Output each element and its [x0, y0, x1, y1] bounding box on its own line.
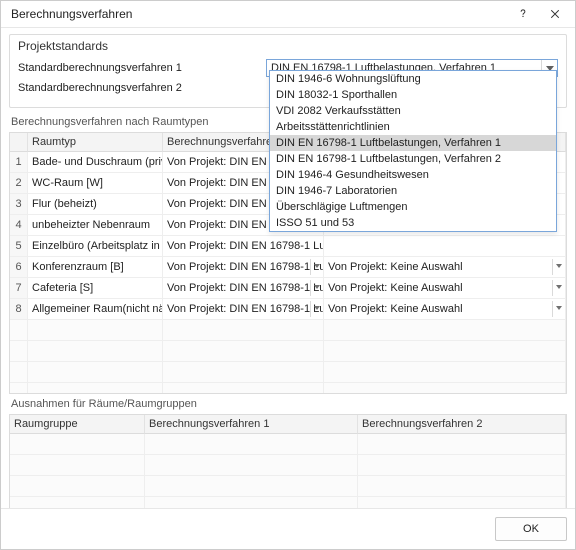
empty-cell [145, 455, 358, 476]
row-index: 6 [10, 257, 28, 278]
empty-cell [324, 383, 566, 394]
row-index: 2 [10, 173, 28, 194]
method1-cell[interactable]: Von Projekt: DIN EN 16798-1 Luftbelastun… [163, 278, 324, 299]
method2-cell[interactable]: Von Projekt: Keine Auswahl [324, 257, 566, 278]
column-header[interactable] [10, 133, 28, 152]
row-index: 1 [10, 152, 28, 173]
empty-cell [358, 497, 566, 508]
exceptions-section-label: Ausnahmen für Räume/Raumgruppen [11, 398, 567, 410]
room-type-cell[interactable]: Einzelbüro (Arbeitsplatz in Fe… [28, 236, 163, 257]
room-type-cell[interactable]: Allgemeiner Raum(nicht nähe… [28, 299, 163, 320]
method2-cell[interactable]: Von Projekt: Keine Auswahl [324, 299, 566, 320]
dialog-body: Projektstandards Standardberechnungsverf… [1, 28, 575, 508]
dropdown-item[interactable]: DIN 1946-7 Laboratorien [270, 183, 556, 199]
std-method-1-dropdown[interactable]: DIN 1946-6 WohnungslüftungDIN 18032-1 Sp… [269, 70, 557, 232]
empty-cell [145, 434, 358, 455]
row-index: 7 [10, 278, 28, 299]
dialog-footer: OK [1, 508, 575, 549]
std-method-2-label: Standardberechnungsverfahren 2 [18, 82, 266, 94]
close-button[interactable] [539, 2, 571, 26]
method1-cell[interactable]: Von Projekt: DIN EN 16798-1 Luftbelastun… [163, 299, 324, 320]
titlebar: Berechnungsverfahren [1, 1, 575, 28]
empty-cell [10, 476, 145, 497]
empty-cell [28, 341, 163, 362]
method2-cell[interactable]: Von Projekt: Keine Auswahl [324, 278, 566, 299]
empty-cell [28, 320, 163, 341]
dropdown-item[interactable]: ISSO 51 und 53 [270, 215, 556, 231]
help-icon [517, 8, 529, 20]
empty-cell [163, 383, 324, 394]
dropdown-item[interactable]: DIN 1946-6 Wohnungslüftung [270, 71, 556, 87]
column-header[interactable]: Berechnungsverfahren 1 [145, 415, 358, 434]
empty-cell [163, 362, 324, 383]
ok-button[interactable]: OK [495, 517, 567, 541]
empty-cell [163, 341, 324, 362]
calculation-methods-dialog: Berechnungsverfahren Projektstandards St… [0, 0, 576, 550]
empty-cell [324, 320, 566, 341]
dialog-title: Berechnungsverfahren [11, 7, 507, 21]
column-header[interactable]: Berechnungsverfahren 2 [358, 415, 566, 434]
row-index: 3 [10, 194, 28, 215]
empty-cell [358, 434, 566, 455]
column-header[interactable]: Raumgruppe [10, 415, 145, 434]
row-index: 8 [10, 299, 28, 320]
empty-cell [358, 476, 566, 497]
room-type-cell[interactable]: Flur (beheizt) [28, 194, 163, 215]
dropdown-item[interactable]: DIN EN 16798-1 Luftbelastungen, Verfahre… [270, 151, 556, 167]
dropdown-item[interactable]: DIN 18032-1 Sporthallen [270, 87, 556, 103]
empty-cell [10, 455, 145, 476]
exceptions-grid: RaumgruppeBerechnungsverfahren 1Berechnu… [9, 414, 567, 508]
method1-cell[interactable]: Von Projekt: DIN EN 16798-1 Luftbelastun… [163, 257, 324, 278]
dropdown-item[interactable]: DIN EN 16798-1 Luftbelastungen, Verfahre… [270, 135, 556, 151]
close-icon [549, 8, 561, 20]
empty-cell [358, 455, 566, 476]
std-method-1-label: Standardberechnungsverfahren 1 [18, 62, 266, 74]
empty-cell [28, 383, 163, 394]
room-type-cell[interactable]: Bade- und Duschraum (priva… [28, 152, 163, 173]
dropdown-item[interactable]: DIN 1946-4 Gesundheitswesen [270, 167, 556, 183]
dropdown-item[interactable]: Überschlägige Luftmengen [270, 199, 556, 215]
row-index: 4 [10, 215, 28, 236]
empty-cell [10, 341, 28, 362]
empty-cell [10, 320, 28, 341]
empty-cell [10, 383, 28, 394]
column-header[interactable]: Raumtyp [28, 133, 163, 152]
empty-cell [145, 476, 358, 497]
help-button[interactable] [507, 2, 539, 26]
empty-cell [10, 497, 145, 508]
ok-button-label: OK [523, 523, 539, 535]
empty-cell [10, 434, 145, 455]
room-type-cell[interactable]: Cafeteria [S] [28, 278, 163, 299]
room-type-cell[interactable]: WC-Raum [W] [28, 173, 163, 194]
empty-cell [10, 362, 28, 383]
empty-cell [163, 320, 324, 341]
method2-cell[interactable] [324, 236, 566, 257]
empty-cell [324, 362, 566, 383]
empty-cell [324, 341, 566, 362]
method1-cell[interactable]: Von Projekt: DIN EN 16798-1 Luftbel… [163, 236, 324, 257]
dropdown-item[interactable]: VDI 2082 Verkaufsstätten [270, 103, 556, 119]
empty-cell [145, 497, 358, 508]
empty-cell [28, 362, 163, 383]
dropdown-item[interactable]: Arbeitsstättenrichtlinien [270, 119, 556, 135]
row-index: 5 [10, 236, 28, 257]
room-type-cell[interactable]: Konferenzraum [B] [28, 257, 163, 278]
room-type-cell[interactable]: unbeheizter Nebenraum [28, 215, 163, 236]
project-standards-title: Projektstandards [18, 39, 558, 53]
